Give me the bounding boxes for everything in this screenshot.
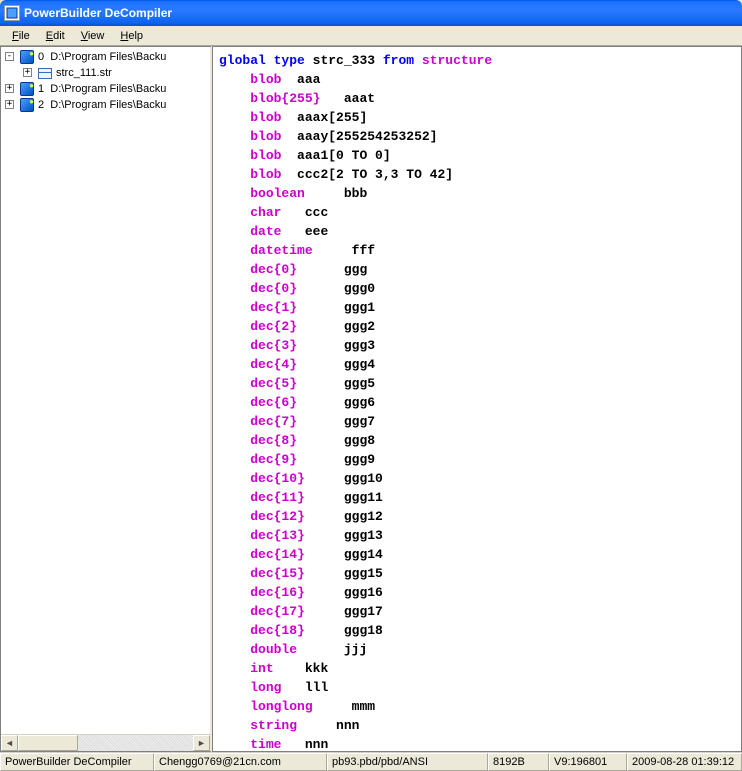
code-line: dec{9} ggg9 [219, 450, 735, 469]
code-line: global type strc_333 from structure [219, 51, 735, 70]
code-line: dec{8} ggg8 [219, 431, 735, 450]
code-line: char ccc [219, 203, 735, 222]
content-area: - 0 D:\Program Files\Backu + strc_111.st… [0, 46, 742, 752]
expander-icon[interactable]: - [5, 52, 14, 61]
code-line: dec{0} ggg [219, 260, 735, 279]
window-title: PowerBuilder DeCompiler [24, 6, 172, 20]
code-line: int kkk [219, 659, 735, 678]
status-version: V9:196801 [549, 753, 627, 771]
code-line: dec{0} ggg0 [219, 279, 735, 298]
code-line: dec{4} ggg4 [219, 355, 735, 374]
code-line: blob{255} aaat [219, 89, 735, 108]
code-line: blob aaax[255] [219, 108, 735, 127]
code-line: date eee [219, 222, 735, 241]
tree-item-0[interactable]: - 0 D:\Program Files\Backu [1, 49, 210, 65]
code-line: dec{14} ggg14 [219, 545, 735, 564]
status-contact: Chengg0769@21cn.com [154, 753, 327, 771]
menu-help[interactable]: Help [112, 28, 151, 44]
code-line: time nnn [219, 735, 735, 752]
menu-view[interactable]: View [73, 28, 113, 44]
scroll-track[interactable] [18, 735, 193, 751]
code-viewer[interactable]: global type strc_333 from structure blob… [212, 46, 742, 752]
titlebar[interactable]: PowerBuilder DeCompiler [0, 0, 742, 26]
code-line: blob aaa1[0 TO 0] [219, 146, 735, 165]
code-line: dec{6} ggg6 [219, 393, 735, 412]
code-line: dec{10} ggg10 [219, 469, 735, 488]
pb-file-icon [19, 49, 35, 65]
code-line: dec{3} ggg3 [219, 336, 735, 355]
code-line: dec{12} ggg12 [219, 507, 735, 526]
scroll-left-icon[interactable]: ◄ [1, 735, 18, 751]
tree-item-2[interactable]: + 2 D:\Program Files\Backu [1, 97, 210, 113]
code-line: double jjj [219, 640, 735, 659]
tree-item-1[interactable]: + 1 D:\Program Files\Backu [1, 81, 210, 97]
code-line: blob ccc2[2 TO 3,3 TO 42] [219, 165, 735, 184]
code-line: dec{18} ggg18 [219, 621, 735, 640]
menu-edit[interactable]: Edit [38, 28, 73, 44]
code-line: dec{2} ggg2 [219, 317, 735, 336]
menubar: File Edit View Help [0, 26, 742, 46]
status-file: pb93.pbd/pbd/ANSI [327, 753, 488, 771]
expander-icon[interactable]: + [5, 84, 14, 93]
code-line: string nnn [219, 716, 735, 735]
code-line: dec{15} ggg15 [219, 564, 735, 583]
code-line: datetime fff [219, 241, 735, 260]
code-line: dec{1} ggg1 [219, 298, 735, 317]
code-line: long lll [219, 678, 735, 697]
menu-file[interactable]: File [4, 28, 38, 44]
status-size: 8192B [488, 753, 549, 771]
code-line: dec{5} ggg5 [219, 374, 735, 393]
app-icon [4, 5, 20, 21]
scroll-thumb[interactable] [18, 735, 78, 751]
code-line: dec{17} ggg17 [219, 602, 735, 621]
pb-file-icon [19, 81, 35, 97]
code-line: dec{16} ggg16 [219, 583, 735, 602]
code-line: longlong mmm [219, 697, 735, 716]
structure-icon [37, 65, 53, 81]
tree[interactable]: - 0 D:\Program Files\Backu + strc_111.st… [1, 47, 210, 734]
expander-icon[interactable]: + [23, 68, 32, 77]
status-app: PowerBuilder DeCompiler [0, 753, 154, 771]
code-line: boolean bbb [219, 184, 735, 203]
pb-file-icon [19, 97, 35, 113]
expander-icon[interactable]: + [5, 100, 14, 109]
tree-item-strc111[interactable]: + strc_111.str [1, 65, 210, 81]
code-line: dec{11} ggg11 [219, 488, 735, 507]
code-line: dec{13} ggg13 [219, 526, 735, 545]
status-time: 2009-08-28 01:39:12 [627, 753, 742, 771]
code-line: dec{7} ggg7 [219, 412, 735, 431]
status-bar: PowerBuilder DeCompiler Chengg0769@21cn.… [0, 752, 742, 771]
code-line: blob aaa [219, 70, 735, 89]
tree-panel: - 0 D:\Program Files\Backu + strc_111.st… [0, 46, 212, 752]
scroll-right-icon[interactable]: ► [193, 735, 210, 751]
code-line: blob aaay[255254253252] [219, 127, 735, 146]
tree-hscrollbar[interactable]: ◄ ► [1, 734, 210, 751]
